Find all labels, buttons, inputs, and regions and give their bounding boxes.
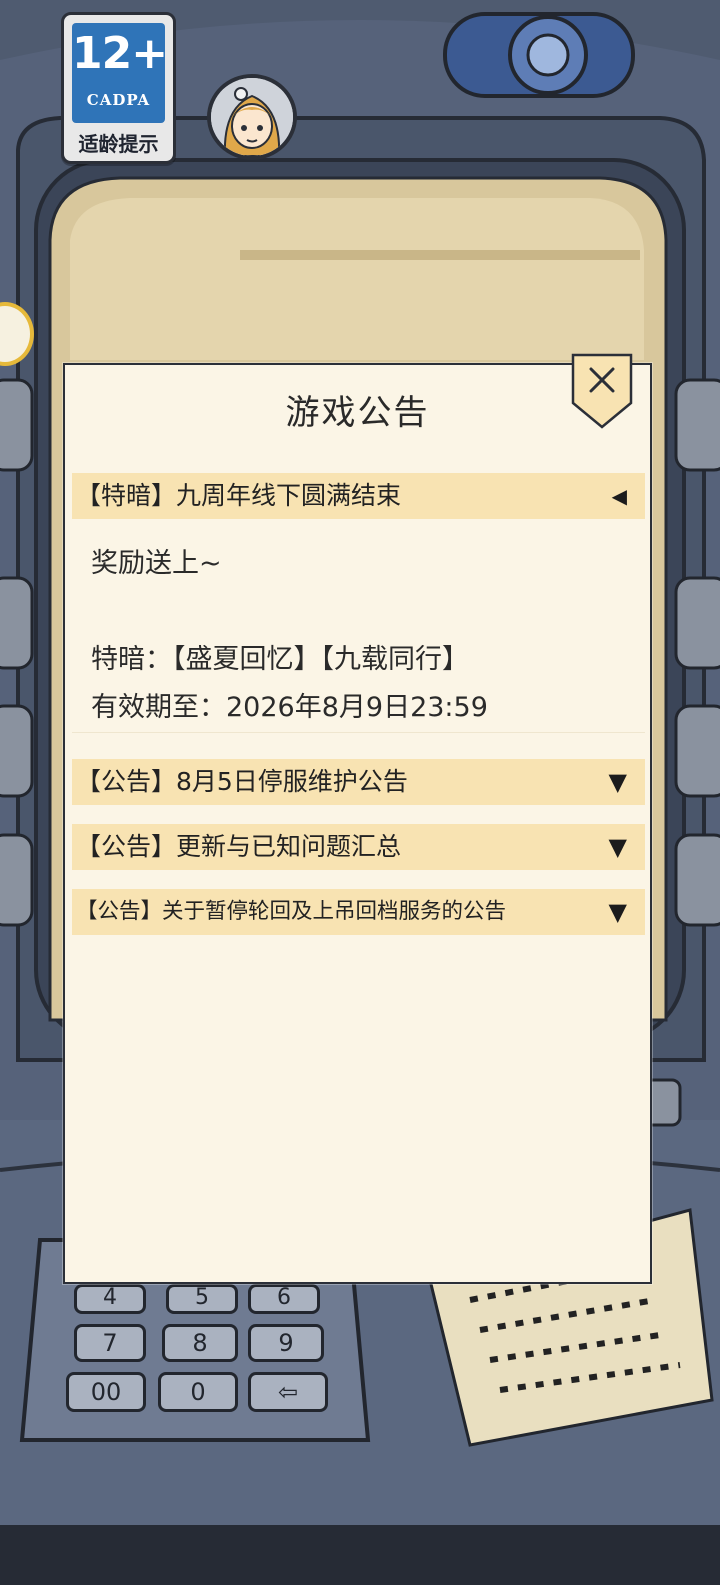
dialog-title: 游戏公告	[285, 393, 430, 433]
age-rating-org: CADPA	[86, 91, 151, 109]
notice-content: 奖励送上~ 特暗：【盛夏回忆】【九载同行】 有效期至：2026年8月9日23:5…	[72, 519, 645, 733]
collapse-arrow-icon: ◀	[611, 484, 627, 508]
expand-arrow-icon: ▼	[608, 833, 627, 861]
keypad: 4 5 6 7 8 9 00 0 ⇦	[66, 1284, 340, 1424]
keypad-key[interactable]: 5	[166, 1284, 238, 1314]
notice-title: 【公告】关于暂停轮回及上吊回档服务的公告	[76, 899, 507, 924]
age-rating-logo: 12+ CADPA	[72, 23, 168, 123]
expand-arrow-icon: ▼	[608, 898, 627, 926]
keypad-key[interactable]: 00	[66, 1372, 146, 1412]
notice-body-line: 有效期至：2026年8月9日23:59	[91, 692, 488, 723]
age-rating-badge[interactable]: 12+ CADPA 适龄提示	[61, 12, 176, 164]
girl-face-icon	[211, 78, 293, 156]
keypad-key[interactable]: 7	[74, 1324, 146, 1362]
notice-body-line: 奖励送上~	[91, 548, 222, 579]
notice-item-known-issues[interactable]: 【公告】更新与已知问题汇总 ▼	[72, 824, 645, 870]
notice-title: 【特暗】九周年线下圆满结束	[76, 481, 402, 510]
close-x-icon	[571, 353, 633, 429]
age-rating-number: 12+	[72, 28, 168, 79]
keypad-key[interactable]: 0	[158, 1372, 238, 1412]
age-rating-tip: 适龄提示	[78, 132, 159, 156]
keypad-key[interactable]: 9	[248, 1324, 324, 1362]
notice-item-maintenance[interactable]: 【公告】8月5日停服维护公告 ▼	[72, 759, 645, 805]
keypad-key[interactable]: ⇦	[248, 1372, 328, 1412]
notice-body-line: 特暗：【盛夏回忆】【九载同行】	[91, 644, 469, 675]
keypad-key[interactable]: 8	[162, 1324, 238, 1362]
announcement-dialog: 游戏公告 【特暗】九周年线下圆满结束 ◀ 奖励送上~ 特暗：【盛夏回忆】【九载同…	[63, 353, 652, 1284]
notice-item-rollback-service[interactable]: 【公告】关于暂停轮回及上吊回档服务的公告 ▼	[72, 889, 645, 935]
notice-item-anniversary[interactable]: 【特暗】九周年线下圆满结束 ◀	[72, 473, 645, 519]
close-button[interactable]	[571, 353, 633, 429]
player-avatar[interactable]	[207, 74, 297, 160]
notice-title: 【公告】8月5日停服维护公告	[76, 767, 408, 796]
notice-title: 【公告】更新与已知问题汇总	[76, 832, 402, 861]
expand-arrow-icon: ▼	[608, 768, 627, 796]
keypad-key[interactable]: 6	[248, 1284, 320, 1314]
keypad-key[interactable]: 4	[74, 1284, 146, 1314]
